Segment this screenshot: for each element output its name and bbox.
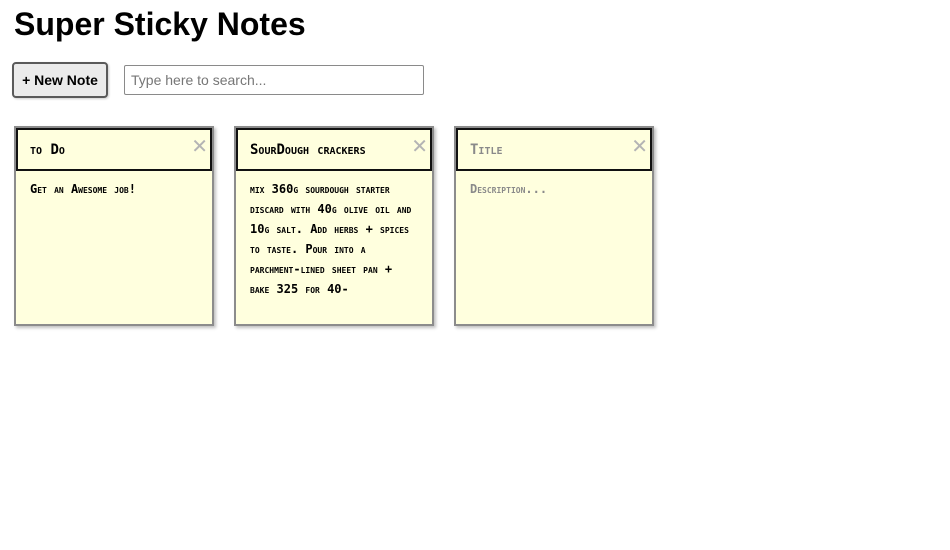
new-note-button[interactable]: + New Note [12, 62, 108, 98]
note-card: ✕ mix 360g sourdough starter discard wit… [234, 126, 434, 326]
close-icon[interactable]: ✕ [191, 136, 208, 156]
note-card: ✕ [454, 126, 654, 326]
search-input[interactable] [124, 65, 424, 95]
note-description-input[interactable]: mix 360g sourdough starter discard with … [236, 171, 432, 324]
close-icon[interactable]: ✕ [631, 136, 648, 156]
page-title: Super Sticky Notes [14, 6, 306, 42]
notes-list: ✕ Get an Awesome job! ✕ mix 360g sourdou… [14, 126, 714, 326]
note-title-input[interactable] [16, 128, 212, 171]
note-description-input[interactable] [456, 171, 652, 324]
note-title-input[interactable] [456, 128, 652, 171]
note-description-input[interactable]: Get an Awesome job! [16, 171, 212, 324]
note-card: ✕ Get an Awesome job! [14, 126, 214, 326]
note-title-input[interactable] [236, 128, 432, 171]
close-icon[interactable]: ✕ [411, 136, 428, 156]
